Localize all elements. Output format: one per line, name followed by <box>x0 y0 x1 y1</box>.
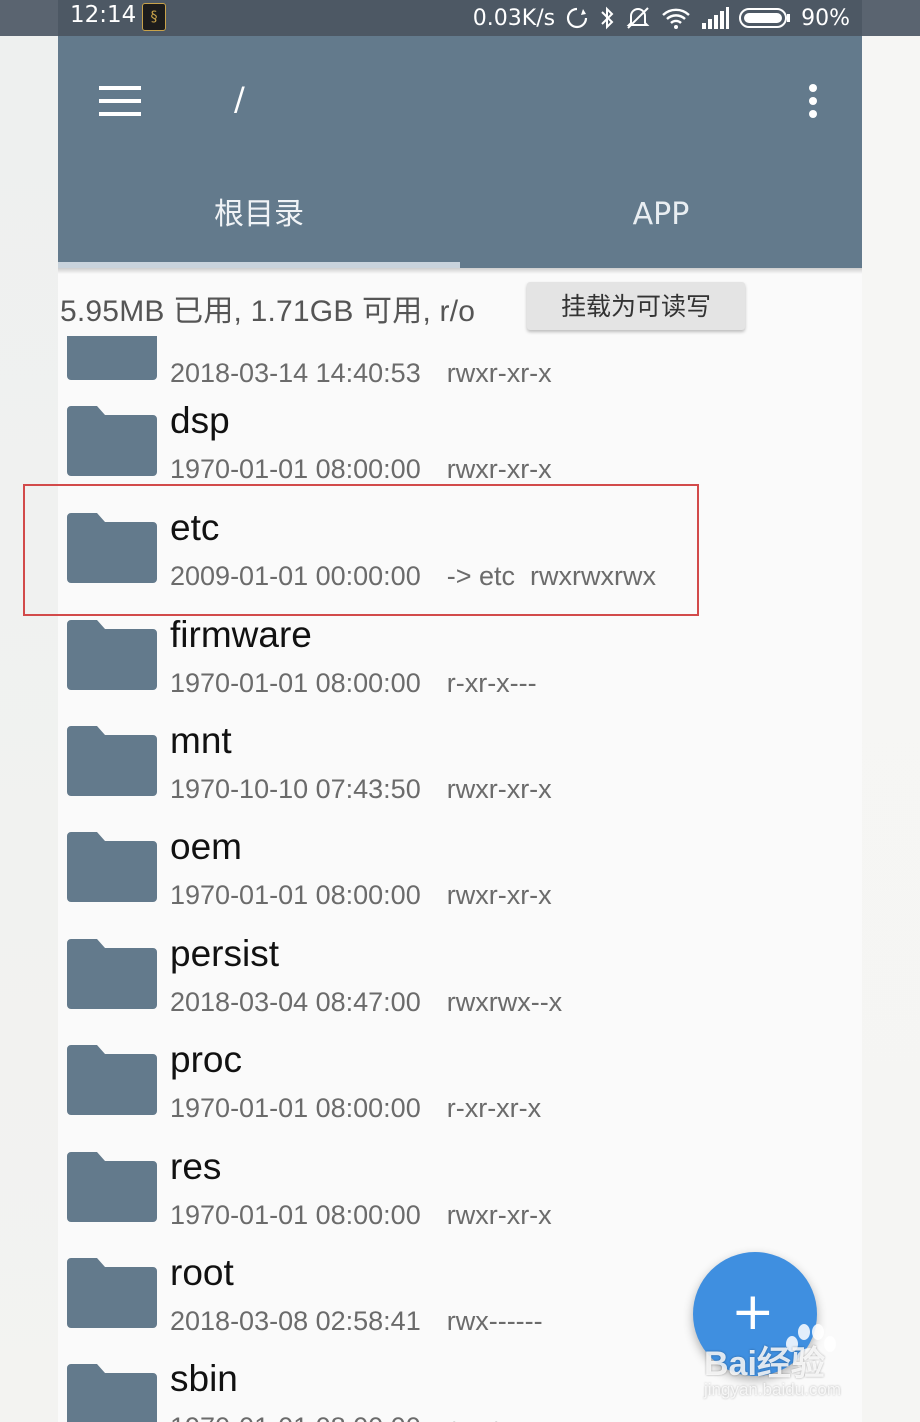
file-date: 1970-10-10 07:43:50 <box>170 774 421 804</box>
plus-icon: + <box>731 1282 775 1342</box>
file-meta: 1970-01-01 08:00:00 rwxr-xr-x <box>170 454 552 485</box>
file-meta: 1970-01-01 08:00:00 rwxr-x--- <box>170 1412 547 1422</box>
file-name: dsp <box>170 400 230 441</box>
storage-info-row: 5.95MB 已用, 1.71GB 可用, r/o 挂载为可读写 <box>58 282 862 336</box>
file-date: 2009-01-01 00:00:00 <box>170 561 421 591</box>
file-name: root <box>170 1252 234 1293</box>
more-vertical-icon[interactable] <box>796 80 830 124</box>
folder-icon <box>67 620 157 690</box>
battery-level: 90% <box>801 5 850 31</box>
file-date: 1970-01-01 08:00:00 <box>170 1093 421 1123</box>
file-name: firmware <box>170 614 312 655</box>
list-item-mnt[interactable]: mnt 1970-10-10 07:43:50 rwxr-xr-x <box>58 700 862 806</box>
file-date: 1970-01-01 08:00:00 <box>170 454 421 484</box>
file-permissions: rwxr-x--- <box>447 1412 547 1422</box>
folder-icon <box>67 1152 157 1222</box>
file-date: 2018-03-04 08:47:00 <box>170 987 421 1017</box>
status-icons: 0.03K/s 90% <box>473 2 850 34</box>
tab-root-directory[interactable]: 根目录 <box>58 186 460 266</box>
file-meta: 1970-01-01 08:00:00 r-xr-x--- <box>170 668 537 699</box>
folder-icon <box>67 336 157 380</box>
list-item-persist[interactable]: persist 2018-03-04 08:47:00 rwxrwx--x <box>58 913 862 1019</box>
file-name: proc <box>170 1039 242 1080</box>
file-name: sbin <box>170 1358 238 1399</box>
file-date: 1970-01-01 08:00:00 <box>170 1412 421 1422</box>
file-name: res <box>170 1146 222 1187</box>
file-permissions: rwxr-xr-x <box>446 880 552 910</box>
file-name: mnt <box>170 720 232 761</box>
list-item-res[interactable]: res 1970-01-01 08:00:00 rwxr-xr-x <box>58 1126 862 1232</box>
file-meta: 1970-01-01 08:00:00 rwxr-xr-x <box>170 1200 552 1231</box>
watermark-url: jingyan.baidu.com <box>704 1380 842 1399</box>
folder-icon <box>67 726 157 796</box>
list-item-oem[interactable]: oem 1970-01-01 08:00:00 rwxr-xr-x <box>58 806 862 912</box>
folder-icon <box>67 406 157 476</box>
file-date: 1970-01-01 08:00:00 <box>170 668 421 698</box>
folder-icon <box>67 513 157 583</box>
file-name: etc <box>170 507 220 548</box>
status-bar: 12:14 § 0.03K/s 90% <box>58 0 862 36</box>
network-speed: 0.03K/s <box>472 5 556 31</box>
file-date: 1970-01-01 08:00:00 <box>170 880 421 910</box>
file-name: persist <box>170 933 279 974</box>
phone-screen: 12:14 § 0.03K/s 90% / 根目录 APP 5.95MB 已用,… <box>58 0 862 1422</box>
app-bar: / 根目录 APP <box>58 36 862 268</box>
file-permissions: rwx------ <box>446 1306 543 1336</box>
folder-icon <box>67 1258 157 1328</box>
file-meta: 2018-03-08 02:58:41 rwx------ <box>170 1306 543 1337</box>
app-notification-icon: § <box>142 3 166 31</box>
file-meta: 1970-10-10 07:43:50 rwxr-xr-x <box>170 774 552 805</box>
list-item-etc[interactable]: etc 2009-01-01 00:00:00 -> etc rwxrwxrwx <box>58 487 862 593</box>
tab-app[interactable]: APP <box>460 186 862 266</box>
signal-icon <box>702 7 730 29</box>
status-time: 12:14 <box>70 2 137 28</box>
bluetooth-icon <box>601 6 614 30</box>
app-bar-shadow <box>58 268 862 274</box>
folder-icon <box>67 832 157 902</box>
battery-icon <box>739 8 791 28</box>
list-item-proc[interactable]: proc 1970-01-01 08:00:00 r-xr-xr-x <box>58 1019 862 1125</box>
hamburger-menu-icon[interactable] <box>96 82 146 122</box>
wifi-icon <box>662 8 690 29</box>
file-meta: 2018-03-04 08:47:00 rwxrwx--x <box>170 987 562 1018</box>
file-meta: 2009-01-01 00:00:00 -> etc rwxrwxrwx <box>170 561 656 592</box>
storage-info: 5.95MB 已用, 1.71GB 可用, r/o <box>60 295 476 328</box>
file-date: 2018-03-08 02:58:41 <box>170 1306 421 1336</box>
current-path: / <box>234 80 245 118</box>
file-name: oem <box>170 826 242 867</box>
file-permissions: -> etc rwxrwxrwx <box>446 561 656 591</box>
file-permissions: r-xr-x--- <box>446 668 537 698</box>
file-date: 1970-01-01 08:00:00 <box>170 1200 421 1230</box>
folder-icon <box>67 1045 157 1115</box>
folder-icon <box>67 1364 157 1422</box>
watermark-brand: Bai经验 <box>704 1345 825 1383</box>
mount-read-write-button[interactable]: 挂载为可读写 <box>527 282 745 330</box>
file-permissions: rwxrwx--x <box>446 987 563 1017</box>
list-item-firmware[interactable]: firmware 1970-01-01 08:00:00 r-xr-x--- <box>58 594 862 700</box>
file-permissions: rwxr-xr-x <box>446 1200 552 1230</box>
file-permissions: rwxr-xr-x <box>446 774 552 804</box>
file-permissions: r-xr-xr-x <box>446 1093 542 1123</box>
file-meta: 1970-01-01 08:00:00 rwxr-xr-x <box>170 880 552 911</box>
folder-icon <box>67 939 157 1009</box>
background-left <box>0 0 58 1422</box>
sync-icon <box>567 7 588 29</box>
list-item-dsp[interactable]: dsp 1970-01-01 08:00:00 rwxr-xr-x <box>58 380 862 486</box>
file-permissions: rwxr-xr-x <box>446 454 552 484</box>
background-right <box>862 0 920 1422</box>
mute-icon <box>626 7 650 29</box>
file-meta: 1970-01-01 08:00:00 r-xr-xr-x <box>170 1093 541 1124</box>
